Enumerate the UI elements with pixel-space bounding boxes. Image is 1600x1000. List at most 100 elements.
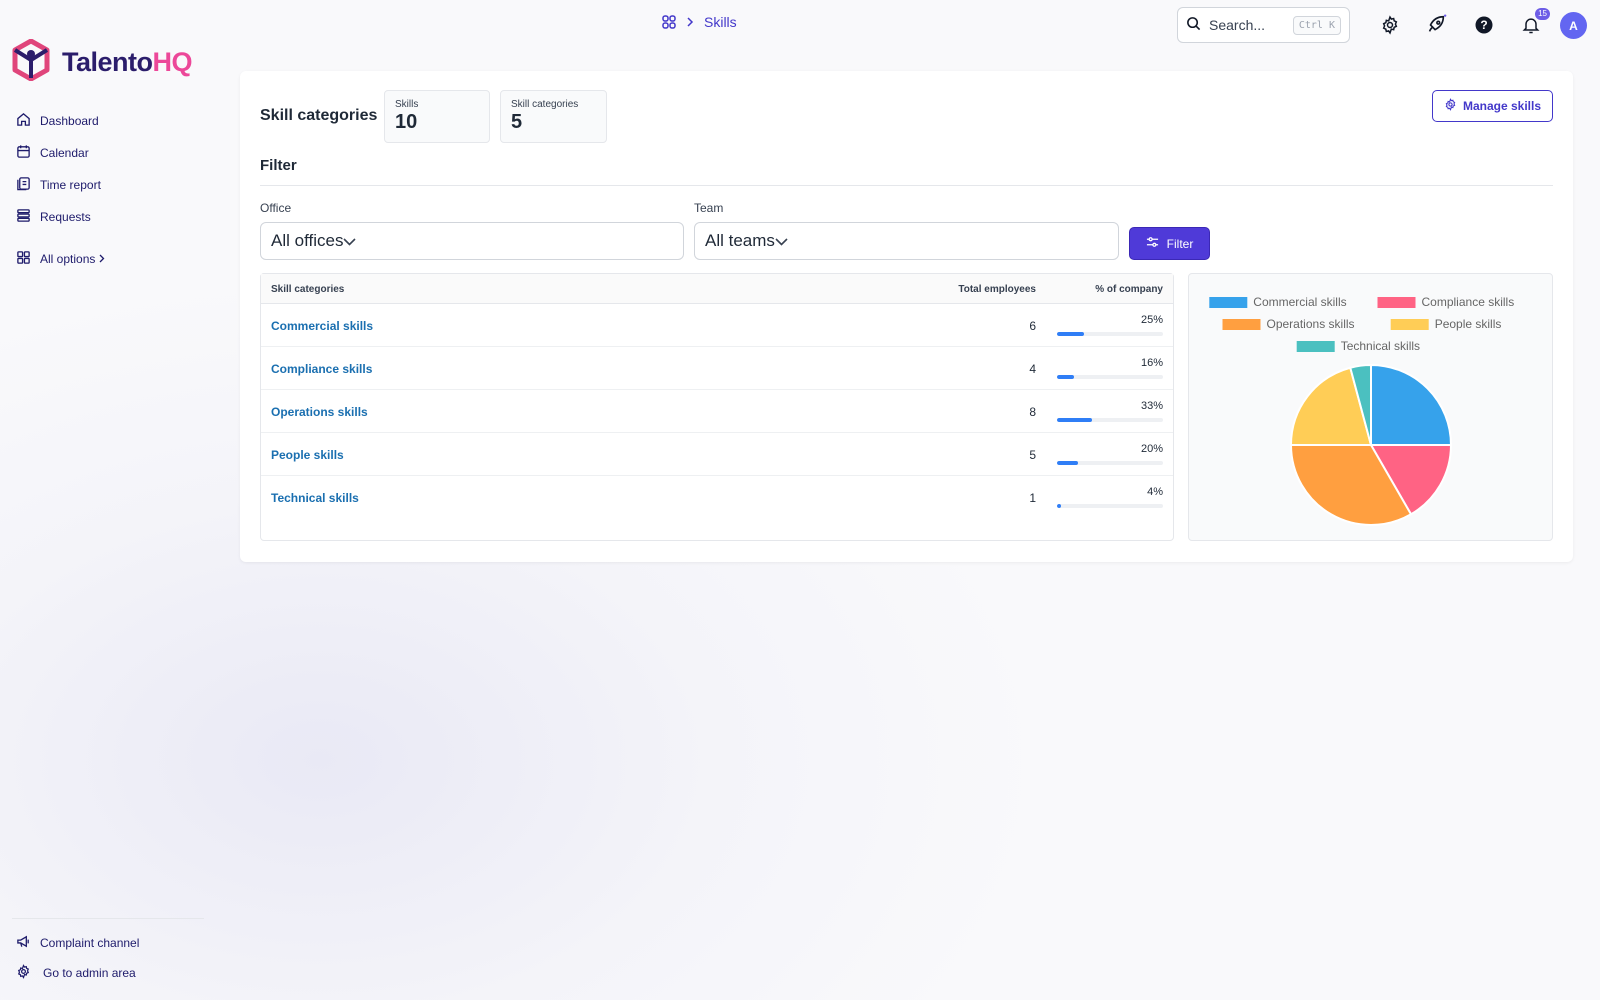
table-header: Skill categories Total employees % of co… — [261, 274, 1173, 304]
legend-item[interactable]: Technical skills — [1296, 339, 1420, 353]
legend-swatch — [1377, 297, 1416, 308]
apps-grid-icon[interactable] — [662, 15, 676, 29]
gear-icon — [1444, 98, 1457, 114]
category-link[interactable]: Commercial skills — [271, 319, 373, 333]
stat-label: Skill categories — [511, 99, 579, 110]
team-select-value: All teams — [705, 231, 775, 250]
manage-skills-label: Manage skills — [1462, 99, 1542, 113]
category-link[interactable]: Compliance skills — [271, 362, 372, 376]
chevron-down-icon — [775, 231, 788, 251]
percent-bar-fill — [1057, 418, 1092, 422]
home-icon — [16, 112, 31, 130]
sidebar-item-calendar[interactable]: Calendar — [16, 137, 216, 169]
category-link[interactable]: People skills — [271, 448, 344, 462]
table-row: People skills 5 20% — [261, 433, 1173, 476]
percent-bar — [1057, 375, 1163, 379]
sidebar-item-label: Calendar — [40, 146, 89, 160]
legend-label: Commercial skills — [1253, 295, 1346, 309]
legend-label: Compliance skills — [1422, 295, 1515, 309]
breadcrumb: Skills — [662, 14, 737, 30]
team-label: Team — [694, 201, 724, 215]
search-icon — [1186, 16, 1201, 34]
sidebar-item-time-report[interactable]: Time report — [16, 169, 216, 201]
manage-skills-button[interactable]: Manage skills — [1432, 90, 1553, 122]
sidebar-item-label: All options — [40, 252, 96, 266]
total-employees-value: 6 — [1029, 319, 1036, 333]
filter-divider — [260, 185, 1553, 186]
table-body: Commercial skills 6 25% Compliance skill… — [261, 304, 1173, 519]
category-link[interactable]: Operations skills — [271, 405, 368, 419]
legend-swatch — [1209, 297, 1248, 308]
admin-area-link[interactable]: Go to admin area — [16, 958, 216, 988]
search-placeholder: Search... — [1209, 17, 1266, 33]
legend-label: People skills — [1435, 317, 1502, 331]
filter-button[interactable]: Filter — [1129, 227, 1210, 260]
complaint-channel-link[interactable]: Complaint channel — [16, 928, 216, 958]
sidebar-item-label: Dashboard — [40, 114, 99, 128]
percent-value: 33% — [1140, 400, 1163, 412]
percent-bar-fill — [1057, 504, 1062, 508]
percent-bar-fill — [1057, 332, 1084, 336]
skill-categories-table: Skill categories Total employees % of co… — [260, 273, 1174, 541]
stat-skills: Skills 10 — [384, 90, 490, 143]
percent-value: 16% — [1140, 357, 1163, 369]
bell-icon[interactable]: 15 — [1518, 8, 1550, 38]
page-title: Skill categories — [260, 107, 378, 124]
percent-value: 4% — [1147, 486, 1163, 498]
user-avatar[interactable]: A — [1560, 12, 1587, 39]
stat-label: Skills — [395, 99, 419, 110]
header-skill-categories[interactable]: Skill categories — [271, 284, 344, 295]
sidebar-nav: Dashboard Calendar Time report Requests … — [16, 105, 216, 275]
pie-slice[interactable] — [1370, 363, 1453, 446]
legend-item[interactable]: Operations skills — [1222, 317, 1355, 331]
footer-item-label: Go to admin area — [43, 966, 136, 980]
rocket-icon[interactable] — [1423, 12, 1449, 38]
sidebar-item-requests[interactable]: Requests — [16, 201, 216, 233]
header-total-employees[interactable]: Total employees — [958, 284, 1036, 295]
chevron-right-icon — [99, 252, 105, 266]
team-select[interactable]: All teams — [694, 222, 1119, 260]
percent-bar — [1057, 504, 1163, 508]
filter-heading: Filter — [260, 157, 297, 174]
percent-value: 25% — [1140, 314, 1163, 326]
percent-bar — [1057, 332, 1163, 336]
sidebar-item-dashboard[interactable]: Dashboard — [16, 105, 216, 137]
percent-bar — [1057, 461, 1163, 465]
office-select[interactable]: All offices — [260, 222, 684, 260]
category-link[interactable]: Technical skills — [271, 491, 359, 505]
legend-swatch — [1390, 319, 1429, 330]
stat-value: 10 — [395, 111, 418, 133]
legend-label: Technical skills — [1341, 339, 1420, 353]
svg-text:?: ? — [1480, 18, 1487, 32]
notification-count-badge: 15 — [1535, 8, 1550, 20]
total-employees-value: 5 — [1029, 448, 1036, 462]
search-shortcut: Ctrl K — [1292, 15, 1341, 35]
sidebar-footer: Complaint channel Go to admin area — [16, 928, 216, 988]
legend-item[interactable]: People skills — [1390, 317, 1502, 331]
table-row: Technical skills 1 4% — [261, 476, 1173, 519]
legend-item[interactable]: Commercial skills — [1209, 295, 1347, 309]
search-input[interactable]: Search... Ctrl K — [1177, 7, 1350, 43]
office-select-value: All offices — [271, 231, 344, 250]
brand-name: TalentoHQ — [62, 47, 192, 77]
pie-chart-svg: Commercial skills Compliance skills Operat… — [1209, 295, 1515, 526]
legend-item[interactable]: Compliance skills — [1377, 295, 1515, 309]
brand-logo[interactable]: TalentoHQ — [12, 38, 192, 86]
header-percent-of-company[interactable]: % of company — [1095, 284, 1163, 295]
legend-label: Operations skills — [1267, 317, 1355, 331]
table-row: Compliance skills 4 16% — [261, 347, 1173, 390]
main-card: Skill categories Skills 10 Skill categor… — [240, 71, 1573, 562]
settings-gear-icon[interactable] — [1377, 12, 1403, 38]
table-row: Operations skills 8 33% — [261, 390, 1173, 433]
calendar-icon — [16, 144, 31, 162]
legend-swatch — [1222, 319, 1261, 330]
table-row: Commercial skills 6 25% — [261, 304, 1173, 347]
clipboard-icon — [16, 176, 31, 194]
help-icon[interactable]: ? — [1471, 12, 1497, 38]
gear-icon — [16, 964, 31, 982]
sliders-icon — [1146, 236, 1159, 251]
sidebar-item-all-options[interactable]: All options — [16, 243, 216, 275]
total-employees-value: 1 — [1029, 491, 1036, 505]
sidebar-item-label: Time report — [40, 178, 101, 192]
total-employees-value: 8 — [1029, 405, 1036, 419]
